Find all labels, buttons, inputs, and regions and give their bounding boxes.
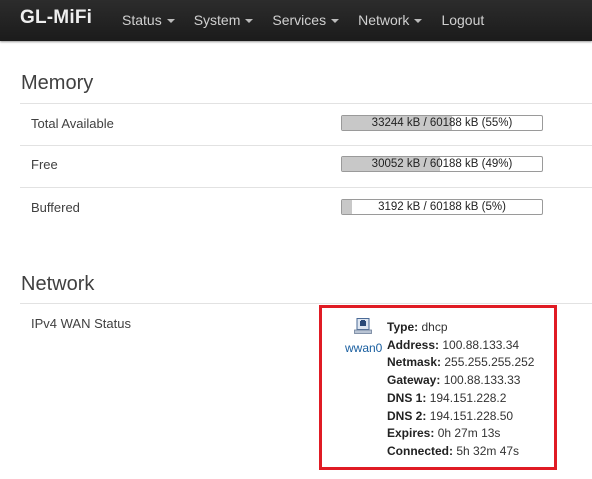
menu-status[interactable]: Status	[122, 12, 175, 28]
wan-gateway-row: Gateway: 100.88.133.33	[387, 372, 534, 390]
memory-buffered-bar-text: 3192 kB / 60188 kB (5%)	[378, 201, 506, 213]
wan-connected-row: Connected: 5h 32m 47s	[387, 443, 534, 461]
menu-system-label: System	[193, 12, 241, 28]
memory-buffered-label: Buffered	[31, 200, 80, 215]
memory-total-bar-text: 33244 kB / 60188 kB (55%)	[371, 117, 513, 129]
detail-key: Expires:	[387, 426, 435, 441]
detail-value: 194.151.228.2	[429, 390, 507, 405]
caret-down-icon	[245, 19, 254, 24]
main-menu: Status System Services Network Logout	[122, 12, 503, 28]
wan-expires-row: Expires: 0h 27m 13s	[387, 425, 534, 443]
detail-key: Netmask:	[387, 355, 442, 370]
menu-logout-label: Logout	[441, 12, 485, 28]
menu-status-label: Status	[122, 12, 162, 28]
memory-free-bar: 30052 kB / 60188 kB (49%)	[341, 156, 543, 172]
top-navbar: GL-MiFi Status System Services Network L…	[0, 0, 592, 41]
caret-down-icon	[414, 19, 423, 24]
divider	[20, 145, 592, 146]
detail-value: dhcp	[421, 320, 448, 334]
wan-netmask-row: Netmask: 255.255.255.252	[387, 354, 534, 372]
network-section-title: Network	[21, 273, 95, 295]
detail-key: DNS 1:	[387, 390, 427, 405]
wan-details: Type: dhcp Address: 100.88.133.34 Netmas…	[387, 319, 534, 461]
memory-section-title: Memory	[21, 72, 94, 94]
memory-total-bar: 33244 kB / 60188 kB (55%)	[341, 115, 543, 131]
menu-services[interactable]: Services	[272, 12, 340, 28]
wan-dns2-row: DNS 2: 194.151.228.50	[387, 408, 534, 426]
menu-network-label: Network	[358, 12, 410, 28]
wan-type-row: Type: dhcp	[387, 319, 534, 337]
caret-down-icon	[331, 19, 340, 24]
interface-link-wwan0[interactable]: wwan0	[345, 341, 382, 355]
ipv4-wan-status-label: IPv4 WAN Status	[31, 316, 131, 331]
brand-logo[interactable]: GL-MiFi	[20, 7, 92, 29]
detail-key: Connected:	[387, 443, 453, 458]
caret-down-icon	[166, 19, 175, 24]
detail-value: 0h 27m 13s	[437, 426, 501, 441]
memory-buffered-bar: 3192 kB / 60188 kB (5%)	[341, 199, 543, 215]
divider	[20, 303, 592, 304]
menu-system[interactable]: System	[194, 12, 254, 28]
memory-free-label: Free	[31, 157, 58, 172]
detail-value: 194.151.228.50	[429, 408, 514, 423]
menu-logout[interactable]: Logout	[441, 12, 484, 28]
detail-key: Type:	[387, 320, 419, 334]
detail-value: 100.88.133.34	[442, 337, 520, 352]
wan-address-row: Address: 100.88.133.34	[387, 337, 534, 355]
detail-key: DNS 2:	[387, 408, 427, 423]
memory-free-bar-text: 30052 kB / 60188 kB (49%)	[371, 158, 513, 170]
menu-services-label: Services	[272, 12, 327, 28]
menu-network[interactable]: Network	[358, 12, 423, 28]
detail-value: 100.88.133.33	[443, 373, 521, 388]
detail-value: 5h 32m 47s	[456, 443, 520, 458]
detail-key: Address:	[387, 337, 440, 352]
divider	[20, 103, 592, 104]
memory-total-label: Total Available	[31, 116, 114, 131]
ethernet-port-icon	[354, 318, 372, 334]
detail-value: 255.255.255.252	[444, 355, 535, 370]
divider	[20, 187, 592, 188]
wan-dns1-row: DNS 1: 194.151.228.2	[387, 390, 534, 408]
detail-key: Gateway:	[387, 373, 441, 388]
